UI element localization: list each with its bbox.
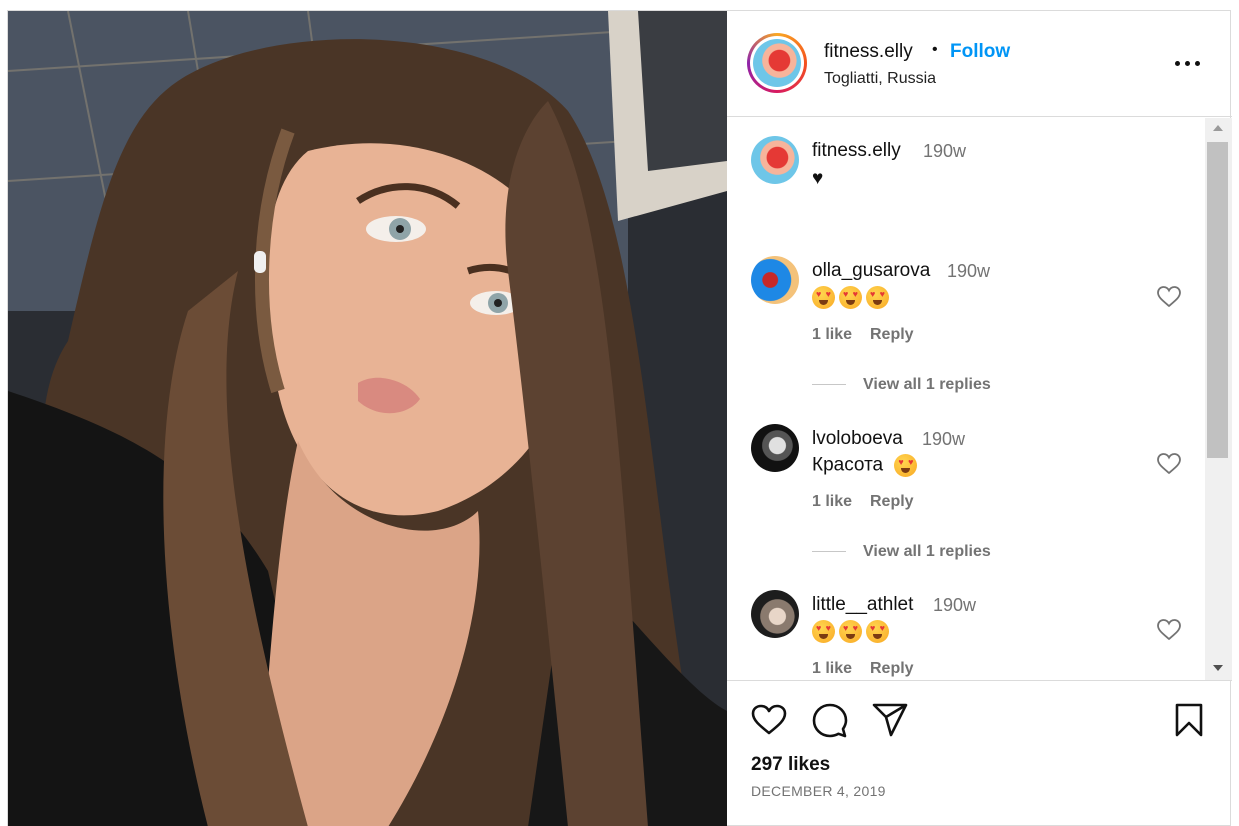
reply-button[interactable]: Reply xyxy=(870,660,914,678)
separator-dot: • xyxy=(932,41,938,58)
view-replies-button[interactable]: View all 1 replies xyxy=(863,543,991,561)
caption-text: ♥ xyxy=(812,168,824,189)
post-location[interactable]: Togliatti, Russia xyxy=(824,70,936,88)
author-username[interactable]: fitness.elly xyxy=(824,41,913,63)
comment-time[interactable]: 190w xyxy=(922,429,965,450)
caption-username[interactable]: fitness.elly xyxy=(812,140,901,162)
bookmark-icon[interactable] xyxy=(1174,703,1204,737)
heart-eyes-emoji xyxy=(839,286,862,309)
heart-eyes-emoji xyxy=(866,620,889,643)
heart-icon[interactable] xyxy=(751,704,787,736)
post-actions: 297 likes DECEMBER 4, 2019 xyxy=(727,682,1232,826)
comment-username[interactable]: olla_gusarova xyxy=(812,260,930,282)
share-icon[interactable] xyxy=(872,703,908,737)
comments-scrollbar[interactable] xyxy=(1205,118,1232,680)
comments-list[interactable]: fitness.elly 190w ♥ olla_gusarova 190w 1… xyxy=(727,118,1232,681)
replies-divider xyxy=(812,551,846,552)
heart-eyes-emoji xyxy=(894,454,918,477)
comment-time[interactable]: 190w xyxy=(933,595,976,616)
replies-divider xyxy=(812,384,846,385)
post-header: fitness.elly • Follow Togliatti, Russia xyxy=(727,11,1232,117)
comment-icon[interactable] xyxy=(812,703,848,739)
comment-username[interactable]: little__athlet xyxy=(812,594,913,616)
scrollbar-thumb[interactable] xyxy=(1207,142,1228,458)
caption-time[interactable]: 190w xyxy=(923,141,966,162)
follow-button[interactable]: Follow xyxy=(950,41,1010,63)
comment-likes[interactable]: 1 like xyxy=(812,326,852,344)
post-card: fitness.elly • Follow Togliatti, Russia … xyxy=(7,10,1232,826)
post-sidebar: fitness.elly • Follow Togliatti, Russia … xyxy=(727,11,1232,826)
heart-eyes-emoji xyxy=(839,620,862,643)
likes-count[interactable]: 297 likes xyxy=(751,754,830,776)
comment-time[interactable]: 190w xyxy=(947,261,990,282)
comment-heart-icon[interactable] xyxy=(1157,453,1181,475)
comment-body: Красота xyxy=(812,454,921,477)
post-date[interactable]: DECEMBER 4, 2019 xyxy=(751,783,886,799)
more-icon[interactable] xyxy=(1175,61,1201,67)
author-avatar-ring[interactable] xyxy=(747,33,807,93)
comment-heart-icon[interactable] xyxy=(1157,619,1181,641)
comment-likes[interactable]: 1 like xyxy=(812,660,852,678)
reply-button[interactable]: Reply xyxy=(870,326,914,344)
scroll-down-arrow-icon[interactable] xyxy=(1213,665,1223,671)
photo-illustration xyxy=(8,11,727,826)
heart-eyes-emoji xyxy=(866,286,889,309)
comment-username[interactable]: lvoloboeva xyxy=(812,428,903,450)
author-avatar[interactable] xyxy=(753,39,801,87)
avatar[interactable] xyxy=(751,590,799,638)
avatar[interactable] xyxy=(751,136,799,184)
reply-button[interactable]: Reply xyxy=(870,493,914,511)
avatar[interactable] xyxy=(751,424,799,472)
view-replies-button[interactable]: View all 1 replies xyxy=(863,376,991,394)
comment-text: Красота xyxy=(812,454,884,476)
scroll-up-arrow-icon[interactable] xyxy=(1213,125,1223,131)
heart-eyes-emoji xyxy=(812,286,835,309)
heart-eyes-emoji xyxy=(812,620,835,643)
comment-emojis xyxy=(812,286,893,309)
comment-heart-icon[interactable] xyxy=(1157,286,1181,308)
post-photo[interactable] xyxy=(8,11,727,826)
comment-emojis xyxy=(812,620,893,643)
avatar[interactable] xyxy=(751,256,799,304)
comment-likes[interactable]: 1 like xyxy=(812,493,852,511)
